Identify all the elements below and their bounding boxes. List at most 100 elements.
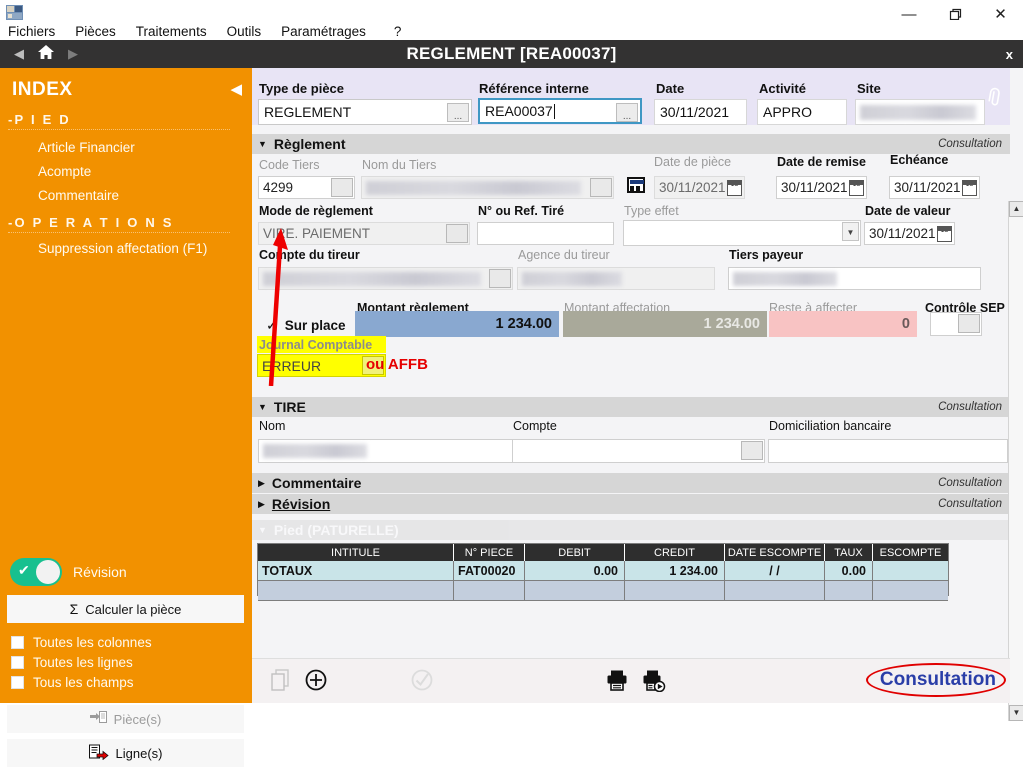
- table-cell[interactable]: [825, 581, 873, 601]
- calculator-icon[interactable]: [627, 177, 645, 193]
- lookup-button[interactable]: [590, 178, 612, 197]
- chevron-down-icon[interactable]: ▼: [842, 222, 859, 241]
- menu-item-traitements[interactable]: Traitements: [126, 24, 217, 39]
- lookup-button[interactable]: [741, 441, 763, 460]
- calendar-icon[interactable]: 15: [937, 226, 952, 242]
- print-preview-icon[interactable]: [642, 668, 668, 692]
- activite-input[interactable]: APPRO: [757, 99, 847, 125]
- code-tiers-input[interactable]: 4299: [258, 176, 355, 199]
- echeance-label: Echéance: [890, 153, 948, 167]
- scroll-up-arrow[interactable]: ▲: [1009, 201, 1023, 217]
- nom-du-tiers-input[interactable]: [361, 176, 614, 199]
- chevron-down-icon[interactable]: ▼: [258, 525, 267, 535]
- journal-comptable-note: ou AFFB: [366, 356, 428, 373]
- site-input[interactable]: [855, 99, 985, 125]
- montant-reglement-value[interactable]: 1 234.00: [355, 311, 559, 337]
- revision-toggle[interactable]: ✔: [10, 558, 62, 586]
- checkbox-toutes-les-colonnes[interactable]: Toutes les colonnes: [11, 635, 152, 650]
- chevron-down-icon[interactable]: ▼: [258, 139, 267, 149]
- type-effet-select[interactable]: ▼: [623, 220, 861, 246]
- add-icon[interactable]: [304, 668, 328, 692]
- table-cell[interactable]: TOTAUX: [258, 561, 454, 581]
- calculer-la-piece-button[interactable]: Σ Calculer la pièce: [7, 595, 244, 623]
- section-header-tire[interactable]: ▼ TIRE Consultation: [252, 397, 1010, 417]
- tiers-payeur-input[interactable]: [728, 267, 981, 290]
- table-cell[interactable]: 1 234.00: [625, 561, 725, 581]
- table-cell[interactable]: [525, 581, 625, 601]
- date-de-remise-input[interactable]: 30/11/2021 15: [776, 176, 867, 199]
- tire-compte-input[interactable]: [512, 439, 765, 463]
- sidebar-collapse-icon[interactable]: ◀: [230, 80, 242, 98]
- num-ou-ref-tire-input[interactable]: [477, 222, 614, 245]
- agence-du-tireur-input[interactable]: [517, 267, 715, 290]
- redacted-value: [860, 105, 976, 120]
- pieces-button[interactable]: Pièce(s): [7, 705, 244, 733]
- sidebar-item-label: Article Financier: [38, 140, 135, 155]
- table-cell[interactable]: [625, 581, 725, 601]
- section-header-reglement[interactable]: ▼ Règlement Consultation: [252, 134, 1010, 154]
- echeance-input[interactable]: 30/11/2021 15: [889, 176, 980, 199]
- scrollbar-track[interactable]: [1009, 217, 1023, 705]
- table-cell[interactable]: [454, 581, 525, 601]
- lookup-button[interactable]: [958, 314, 980, 333]
- controle-sepa-input[interactable]: [930, 312, 982, 336]
- section-header-pied[interactable]: ▼ Pied (PATURELLE): [252, 520, 1010, 540]
- calendar-icon[interactable]: 15: [727, 180, 742, 196]
- table-cell[interactable]: [258, 581, 454, 601]
- checkbox-toutes-les-lignes[interactable]: Toutes les lignes: [11, 655, 133, 670]
- app-close-button[interactable]: x: [1006, 40, 1013, 68]
- menu-item-pieces[interactable]: Pièces: [65, 24, 126, 39]
- calendar-icon[interactable]: 15: [962, 180, 977, 196]
- section-title: Règlement: [274, 136, 346, 152]
- lookup-button[interactable]: ...: [616, 103, 638, 122]
- section-header-revision[interactable]: ▶ Révision Consultation: [252, 494, 1010, 514]
- table-cell[interactable]: [873, 561, 948, 581]
- tire-domiciliation-label: Domiciliation bancaire: [769, 419, 891, 433]
- calendar-icon[interactable]: 15: [849, 180, 864, 196]
- checkbox-icon[interactable]: [11, 656, 24, 669]
- menu-item-help[interactable]: ?: [376, 24, 412, 39]
- date-de-piece-value: 30/11/2021: [659, 180, 726, 195]
- checkbox-icon[interactable]: [11, 636, 24, 649]
- compte-du-tireur-input[interactable]: [258, 267, 513, 290]
- sidebar-item-article-financier[interactable]: Article Financier: [38, 140, 135, 155]
- checkbox-tous-les-champs[interactable]: Tous les champs: [11, 675, 134, 690]
- date-de-piece-input[interactable]: 30/11/2021 15: [654, 176, 745, 199]
- sidebar-item-acompte[interactable]: Acompte: [38, 164, 91, 179]
- bottom-toolbar: Consultation: [252, 658, 1010, 703]
- chevron-right-icon[interactable]: ▶: [258, 478, 265, 489]
- menu-item-fichiers[interactable]: Fichiers: [0, 24, 65, 39]
- table-cell[interactable]: FAT00020: [454, 561, 525, 581]
- date-de-valeur-input[interactable]: 30/11/2021 15: [864, 222, 955, 245]
- lignes-button[interactable]: Ligne(s): [7, 739, 244, 767]
- checkbox-icon[interactable]: [11, 676, 24, 689]
- activite-label: Activité: [759, 81, 806, 96]
- reference-interne-input[interactable]: REA00037 ...: [478, 98, 642, 124]
- tire-domiciliation-input[interactable]: [768, 439, 1008, 463]
- chevron-down-icon[interactable]: ▼: [258, 402, 267, 412]
- sidebar-item-commentaire[interactable]: Commentaire: [38, 188, 119, 203]
- table-cell[interactable]: [873, 581, 948, 601]
- lookup-button[interactable]: [446, 224, 468, 243]
- lookup-button[interactable]: [331, 178, 353, 197]
- print-icon[interactable]: [605, 668, 629, 692]
- copy-icon[interactable]: [270, 668, 292, 692]
- tire-nom-input[interactable]: [258, 439, 514, 463]
- table-cell[interactable]: / /: [725, 561, 825, 581]
- menu-item-parametrages[interactable]: Paramétrages: [271, 24, 376, 39]
- activite-value: APPRO: [763, 104, 812, 120]
- vertical-scrollbar[interactable]: ▲ ▼: [1008, 201, 1023, 721]
- table-cell[interactable]: 0.00: [825, 561, 873, 581]
- table-cell[interactable]: [725, 581, 825, 601]
- lookup-button[interactable]: [489, 269, 511, 288]
- revision-toggle-row[interactable]: ✔ Révision: [10, 557, 240, 587]
- lookup-button[interactable]: ...: [447, 103, 469, 122]
- menu-item-outils[interactable]: Outils: [217, 24, 272, 39]
- scroll-down-arrow[interactable]: ▼: [1009, 705, 1023, 721]
- section-header-commentaire[interactable]: ▶ Commentaire Consultation: [252, 473, 1010, 493]
- chevron-right-icon[interactable]: ▶: [258, 499, 265, 510]
- sidebar-item-suppression-affectation[interactable]: Suppression affectation (F1): [38, 241, 207, 256]
- type-de-piece-input[interactable]: REGLEMENT ...: [258, 99, 472, 125]
- table-cell[interactable]: 0.00: [525, 561, 625, 581]
- date-input[interactable]: 30/11/2021: [654, 99, 747, 125]
